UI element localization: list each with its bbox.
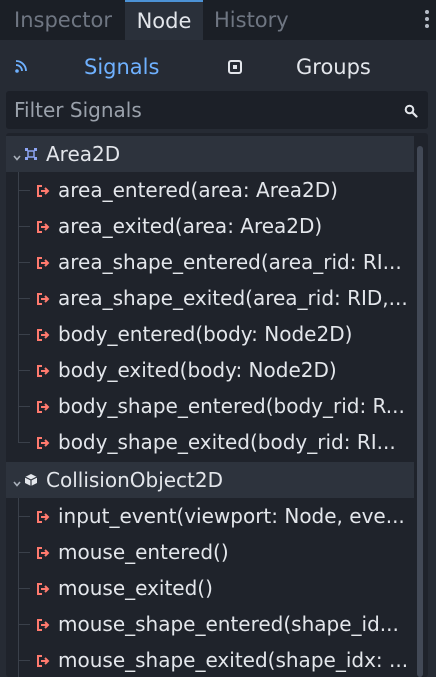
search-icon xyxy=(404,103,418,118)
signal-row[interactable]: mouse_exited() xyxy=(6,570,414,606)
signal-row[interactable]: mouse_shape_entered(shape_id... xyxy=(6,606,414,642)
signal-label: mouse_entered() xyxy=(58,540,229,564)
signal-emit-icon xyxy=(36,255,50,269)
tab-history[interactable]: History xyxy=(214,0,289,40)
filter-placeholder: Filter Signals xyxy=(14,98,142,122)
tab-menu-icon[interactable] xyxy=(424,10,430,32)
signal-emit-icon xyxy=(36,435,50,449)
signal-label: area_entered(area: Area2D) xyxy=(58,178,338,202)
signal-icon xyxy=(14,46,28,88)
signal-row[interactable]: area_exited(area: Area2D) xyxy=(6,208,414,244)
signal-label: body_entered(body: Node2D) xyxy=(58,322,353,346)
signal-row[interactable]: body_entered(body: Node2D) xyxy=(6,316,414,352)
tab-node[interactable]: Node xyxy=(125,0,203,40)
signal-label: mouse_shape_entered(shape_id... xyxy=(58,612,399,636)
area2d-icon xyxy=(24,146,38,160)
signal-label: area_shape_entered(area_rid: RI... xyxy=(58,250,402,274)
signal-row[interactable]: mouse_shape_exited(shape_idx: ... xyxy=(6,642,414,677)
signal-row[interactable]: mouse_entered() xyxy=(6,534,414,570)
chevron-down-icon[interactable] xyxy=(12,148,22,161)
signal-emit-icon xyxy=(36,363,50,377)
signal-emit-icon xyxy=(36,545,50,559)
vertical-scrollbar[interactable] xyxy=(417,146,423,677)
signal-label: area_exited(area: Area2D) xyxy=(58,214,323,238)
signals-groups-switch: Signals Groups xyxy=(0,46,436,88)
filter-signals-input[interactable]: Filter Signals xyxy=(6,91,428,129)
signals-tab[interactable]: Signals xyxy=(84,46,159,88)
signal-emit-icon xyxy=(36,509,50,523)
signal-emit-icon xyxy=(36,399,50,413)
signal-row[interactable]: body_shape_entered(body_rid: R... xyxy=(6,388,414,424)
tab-inspector[interactable]: Inspector xyxy=(14,0,112,40)
signal-label: mouse_exited() xyxy=(58,576,213,600)
signal-emit-icon xyxy=(36,219,50,233)
signal-emit-icon xyxy=(36,617,50,631)
signal-emit-icon xyxy=(36,327,50,341)
chevron-down-icon[interactable] xyxy=(12,474,22,487)
signal-label: body_shape_entered(body_rid: R... xyxy=(58,394,405,418)
group-name: Area2D xyxy=(46,142,121,166)
group-name: CollisionObject2D xyxy=(46,468,224,492)
node-panel: Signals Groups Filter Signals Area2D are… xyxy=(0,40,436,677)
signal-emit-icon xyxy=(36,581,50,595)
signals-tree: Area2D area_entered(area: Area2D) area_e… xyxy=(6,133,428,677)
signal-label: body_exited(body: Node2D) xyxy=(58,358,337,382)
tree-group-collisionobject2d[interactable]: CollisionObject2D xyxy=(6,462,414,498)
signal-emit-icon xyxy=(36,183,50,197)
groups-icon xyxy=(228,60,242,74)
dock-tab-bar: Inspector Node History xyxy=(0,0,436,40)
signal-label: input_event(viewport: Node, eve... xyxy=(58,504,405,528)
signal-row[interactable]: area_shape_entered(area_rid: RI... xyxy=(6,244,414,280)
signal-label: mouse_shape_exited(shape_idx: ... xyxy=(58,648,409,672)
signal-emit-icon xyxy=(36,291,50,305)
signal-label: body_shape_exited(body_rid: RI... xyxy=(58,430,396,454)
signal-row[interactable]: input_event(viewport: Node, eve... xyxy=(6,498,414,534)
signal-row[interactable]: area_shape_exited(area_rid: RID,... xyxy=(6,280,414,316)
signal-row[interactable]: body_exited(body: Node2D) xyxy=(6,352,414,388)
collision-object-icon xyxy=(24,472,38,486)
node-dock: Inspector Node History Signals Groups Fi… xyxy=(0,0,436,677)
signal-label: area_shape_exited(area_rid: RID,... xyxy=(58,286,408,310)
groups-tab[interactable]: Groups xyxy=(296,46,371,88)
signal-row[interactable]: body_shape_exited(body_rid: RI... xyxy=(6,424,414,460)
signal-row[interactable]: area_entered(area: Area2D) xyxy=(6,172,414,208)
signal-emit-icon xyxy=(36,653,50,667)
tree-group-area2d[interactable]: Area2D xyxy=(6,136,414,172)
